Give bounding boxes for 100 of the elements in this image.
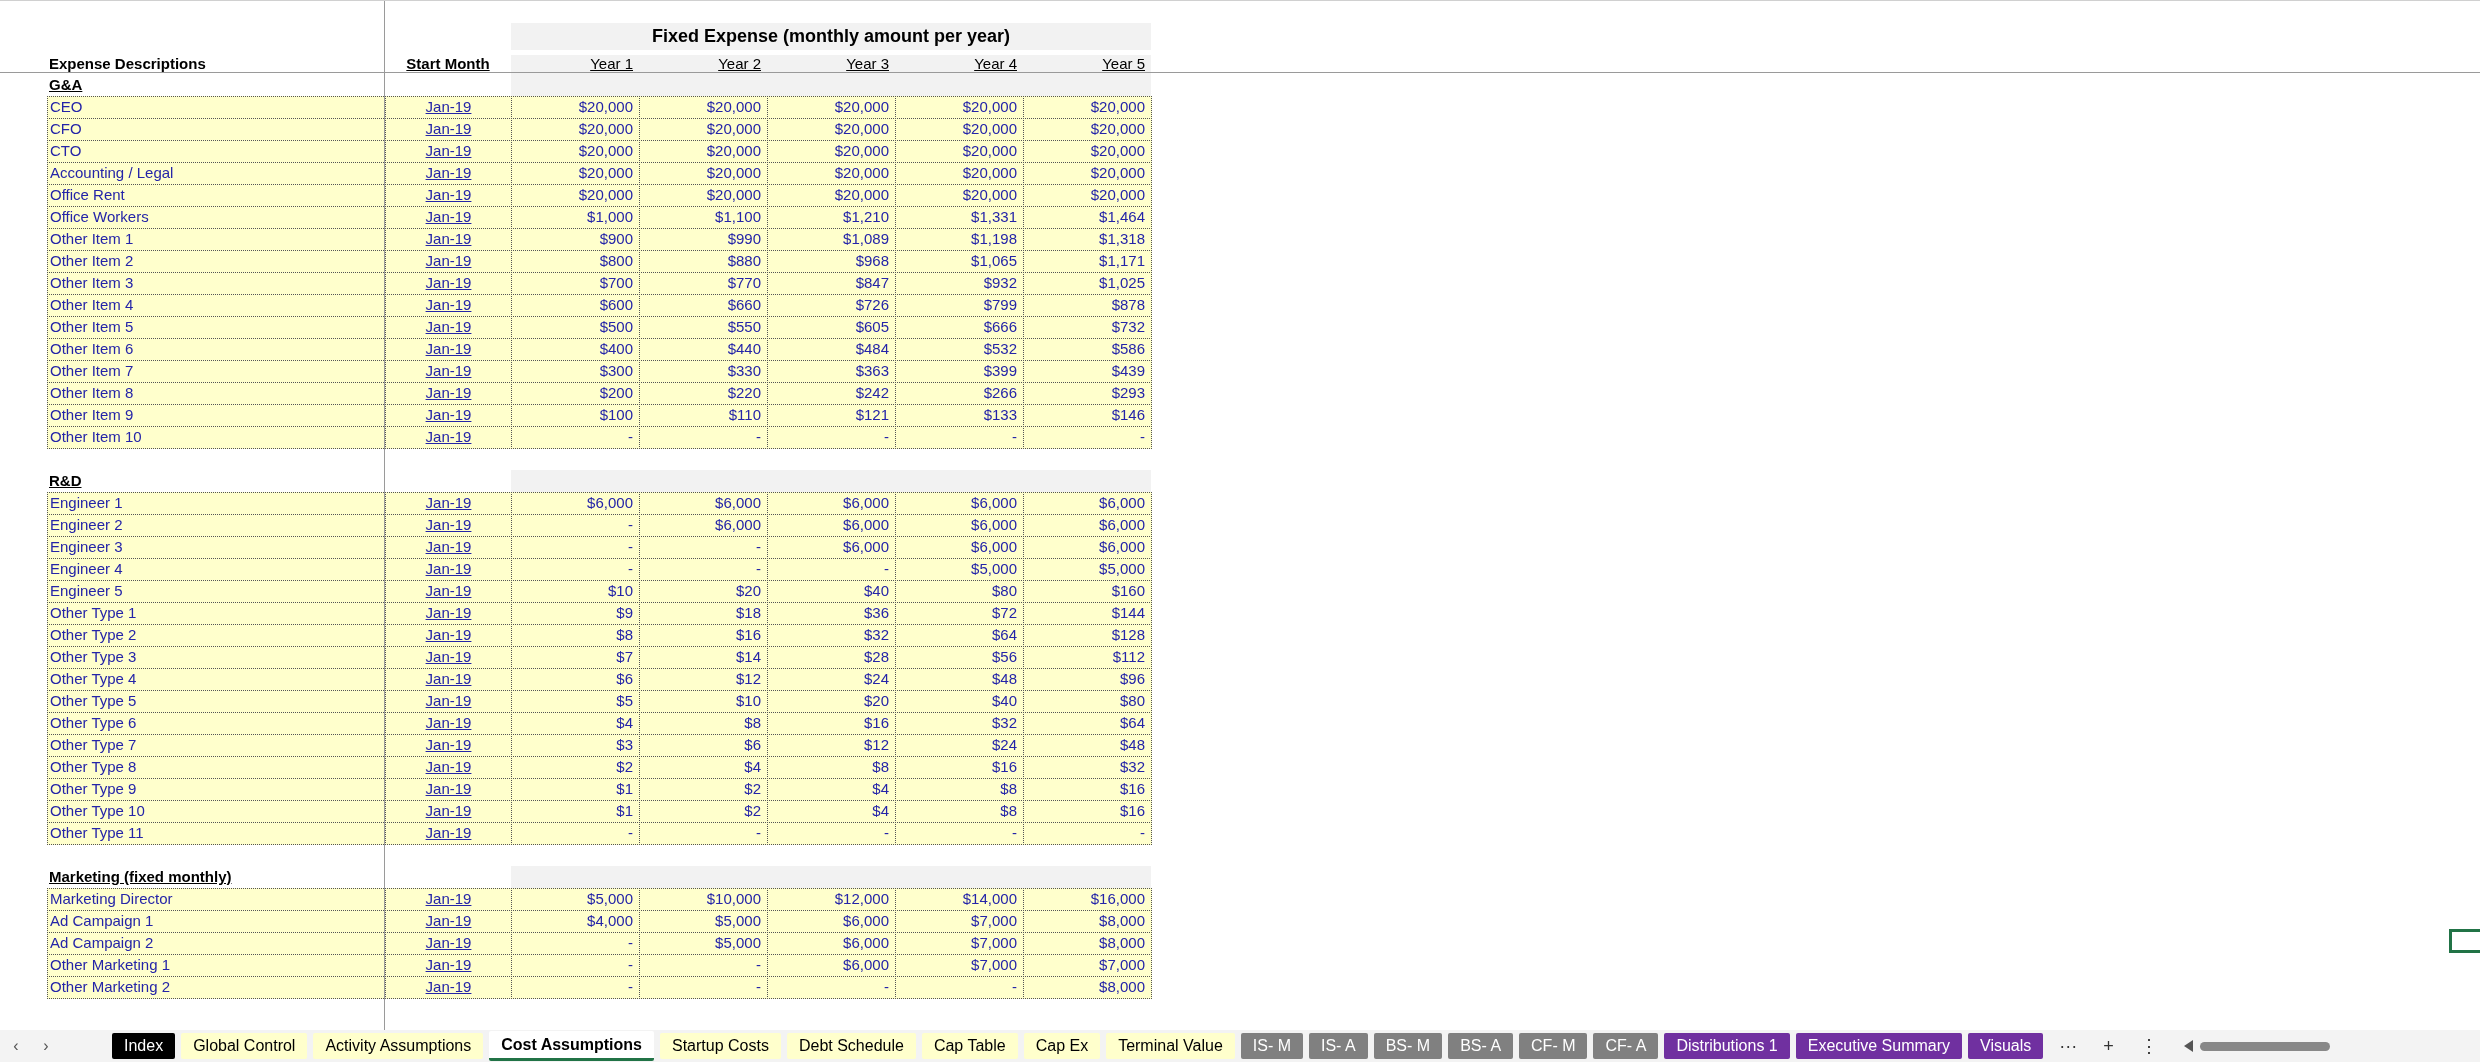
sheet-tab[interactable]: IS- M [1240,1033,1303,1059]
sheet-tab[interactable]: Debt Schedule [786,1033,916,1059]
amount-cell: $399 [895,360,1024,383]
column-header: Year 3 [767,55,895,74]
amount-cell: $48 [1023,734,1152,757]
amount-cell: $10 [511,580,640,603]
row-label: Other Type 8 [47,756,386,779]
sheet-tab[interactable]: Cap Ex [1023,1033,1101,1059]
amount-cell: $20 [639,580,768,603]
sheet-tab[interactable]: Visuals [1968,1033,2044,1059]
start-month-cell: Jan-19 [385,96,512,119]
start-month-cell: Jan-19 [385,536,512,559]
amount-cell: - [895,426,1024,449]
amount-cell: $20,000 [767,162,896,185]
amount-cell: $8,000 [1023,932,1152,955]
amount-cell: $16,000 [1023,888,1152,911]
amount-cell: $4 [511,712,640,735]
scrollbar-thumb[interactable] [2199,1041,2330,1051]
sheet-tab[interactable]: Cost Assumptions [489,1031,654,1061]
start-month-cell: Jan-19 [385,338,512,361]
amount-cell: - [511,558,640,581]
start-month-cell: Jan-19 [385,250,512,273]
amount-cell: $5,000 [639,932,768,955]
row-label: Other Item 4 [47,294,386,317]
sheet-tab[interactable]: BS- M [1373,1033,1443,1059]
sheet-tab[interactable]: BS- A [1448,1033,1514,1059]
start-month-cell: Jan-19 [385,954,512,977]
amount-cell: $1,210 [767,206,896,229]
amount-cell: $36 [767,602,896,625]
start-month-cell: Jan-19 [385,228,512,251]
amount-cell: $9 [511,602,640,625]
amount-cell: - [639,426,768,449]
table-title: Fixed Expense (monthly amount per year) [511,23,1151,50]
more-sheets-button[interactable]: ··· [2049,1035,2088,1057]
previous-sheet-button[interactable]: ‹ [4,1037,28,1055]
amount-cell: $266 [895,382,1024,405]
amount-cell: $847 [767,272,896,295]
amount-cell: $6,000 [767,910,896,933]
start-month-cell: Jan-19 [385,492,512,515]
amount-cell: $6,000 [767,514,896,537]
amount-cell: $20,000 [511,184,640,207]
sheet-tab[interactable]: Cap Table [921,1033,1018,1059]
amount-cell: $28 [767,646,896,669]
amount-cell: - [767,976,896,999]
row-label: Ad Campaign 1 [47,910,386,933]
amount-cell: - [511,536,640,559]
start-month-cell: Jan-19 [385,184,512,207]
amount-cell: $20,000 [511,118,640,141]
amount-cell: $20,000 [511,96,640,119]
amount-cell: $16 [1023,778,1152,801]
sheet-tab[interactable]: CF- M [1519,1033,1588,1059]
amount-cell: $1,318 [1023,228,1152,251]
start-month-cell: Jan-19 [385,316,512,339]
amount-cell: $5 [511,690,640,713]
start-month-cell: Jan-19 [385,778,512,801]
amount-cell: $20,000 [895,118,1024,141]
amount-cell: $7,000 [895,932,1024,955]
amount-cell: $24 [767,668,896,691]
amount-cell: $439 [1023,360,1152,383]
amount-cell: $16 [767,712,896,735]
amount-cell: $6,000 [767,536,896,559]
next-sheet-button[interactable]: › [34,1037,58,1055]
scroll-left-icon[interactable] [2183,1040,2194,1052]
amount-cell: $20,000 [895,96,1024,119]
sheet-tab[interactable]: Startup Costs [660,1033,781,1059]
amount-cell: $1,198 [895,228,1024,251]
start-month-cell: Jan-19 [385,140,512,163]
start-month-cell: Jan-19 [385,910,512,933]
sheet-tab[interactable]: Activity Assumptions [313,1033,484,1059]
amount-cell: $144 [1023,602,1152,625]
start-month-cell: Jan-19 [385,580,512,603]
amount-cell: $20,000 [895,140,1024,163]
amount-cell: $20,000 [767,118,896,141]
row-label: Other Item 5 [47,316,386,339]
sheet-tab[interactable]: Distributions 1 [1664,1033,1790,1059]
sheet-tab[interactable]: CF- A [1593,1033,1659,1059]
add-sheet-button[interactable]: + [2093,1035,2124,1057]
amount-cell: - [511,932,640,955]
sheet-tab[interactable]: Global Control [181,1033,308,1059]
section-heading: R&D [48,471,83,491]
amount-cell: $110 [639,404,768,427]
options-button[interactable]: ⋮ [2129,1035,2168,1057]
column-header: Year 1 [511,55,639,74]
amount-cell: $40 [895,690,1024,713]
amount-cell: - [639,954,768,977]
amount-cell: $2 [639,800,768,823]
amount-cell: $5,000 [511,888,640,911]
sheet-tab[interactable]: Executive Summary [1795,1033,1962,1059]
row-label: Other Type 6 [47,712,386,735]
row-label: Engineer 4 [47,558,386,581]
sheet-tab[interactable]: Terminal Value [1106,1033,1235,1059]
amount-cell: $20,000 [639,96,768,119]
amount-cell: $726 [767,294,896,317]
amount-cell: $8,000 [1023,976,1152,999]
amount-cell: $6,000 [511,492,640,515]
amount-cell: $5,000 [1023,558,1152,581]
sheet-tab[interactable]: Index [112,1033,176,1059]
sheet-tab[interactable]: IS- A [1309,1033,1368,1059]
amount-cell: $14,000 [895,888,1024,911]
amount-cell: $6,000 [767,932,896,955]
